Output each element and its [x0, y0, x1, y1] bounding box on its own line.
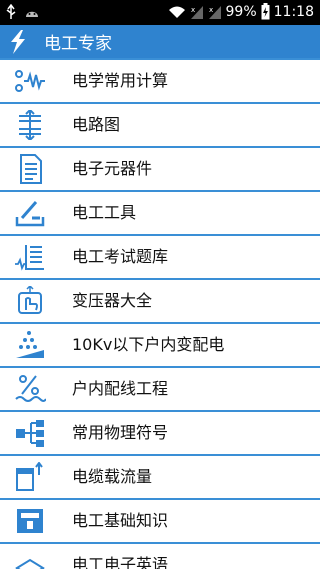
svg-text:x: x [191, 6, 195, 14]
menu-item-label: 电学常用计算 [72, 71, 169, 90]
app-title: 电工专家 [44, 34, 112, 54]
menu-item-cable[interactable]: 电缆载流量 [0, 456, 320, 498]
menu-item-label: 电路图 [72, 115, 121, 134]
signal-icon-2: x [208, 5, 221, 19]
circuit-diagram-icon [19, 110, 41, 140]
english-book-icon [15, 558, 45, 569]
waveform-icon [15, 70, 45, 92]
menu-item-label: 10Kv以下户内变配电 [72, 335, 225, 354]
battery-percent: 99% [225, 3, 257, 20]
menu-item-wiring[interactable]: 户内配线工程 [0, 368, 320, 410]
status-indicators: x x 99% 11:18 [168, 3, 314, 20]
app-bar: 电工专家 [0, 25, 320, 58]
battery-charging-icon [261, 3, 270, 20]
svg-text:x: x [209, 6, 213, 14]
tools-icon [15, 201, 45, 227]
menu-item-label: 常用物理符号 [72, 423, 169, 442]
menu-item-label: 户内配线工程 [72, 379, 169, 398]
menu-item-distribution[interactable]: 10Kv以下户内变配电 [0, 324, 320, 366]
menu-item-symbols[interactable]: 常用物理符号 [0, 412, 320, 454]
menu-list[interactable]: 电学常用计算 电路图 电子元器件 电工工具 电工考试题库 变压器大全 10Kv以… [0, 60, 320, 569]
document-icon [20, 154, 42, 184]
distribution-icon [16, 331, 44, 358]
menu-item-english[interactable]: 电工电子英语 [0, 544, 320, 569]
menu-item-calculation[interactable]: 电学常用计算 [0, 60, 320, 102]
wifi-icon [168, 6, 185, 18]
exam-bank-icon [15, 245, 44, 271]
percent-wiring-icon [15, 375, 46, 402]
cable-icon [16, 462, 43, 491]
basics-card-icon [17, 509, 43, 533]
hand-touch-icon [18, 286, 42, 314]
menu-item-tools[interactable]: 电工工具 [0, 192, 320, 234]
menu-item-label: 变压器大全 [72, 291, 153, 310]
clock: 11:18 [273, 3, 314, 20]
status-notifications [6, 4, 40, 20]
menu-item-label: 电工工具 [72, 203, 137, 222]
network-symbol-icon [16, 420, 44, 447]
menu-item-exam[interactable]: 电工考试题库 [0, 236, 320, 278]
menu-item-components[interactable]: 电子元器件 [0, 148, 320, 190]
usb-icon [6, 4, 16, 19]
signal-icon-1: x [190, 5, 203, 19]
menu-item-label: 电工电子英语 [72, 555, 169, 569]
menu-item-label: 电缆载流量 [72, 467, 153, 486]
android-debug-icon [26, 11, 38, 17]
menu-item-transformer[interactable]: 变压器大全 [0, 280, 320, 322]
menu-item-basics[interactable]: 电工基础知识 [0, 500, 320, 542]
menu-item-label: 电子元器件 [72, 159, 153, 178]
menu-item-label: 电工基础知识 [72, 511, 169, 530]
menu-item-circuit[interactable]: 电路图 [0, 104, 320, 146]
lightning-icon[interactable] [8, 29, 28, 55]
status-bar: x x 99% 11:18 [0, 0, 320, 25]
menu-item-label: 电工考试题库 [72, 247, 169, 266]
